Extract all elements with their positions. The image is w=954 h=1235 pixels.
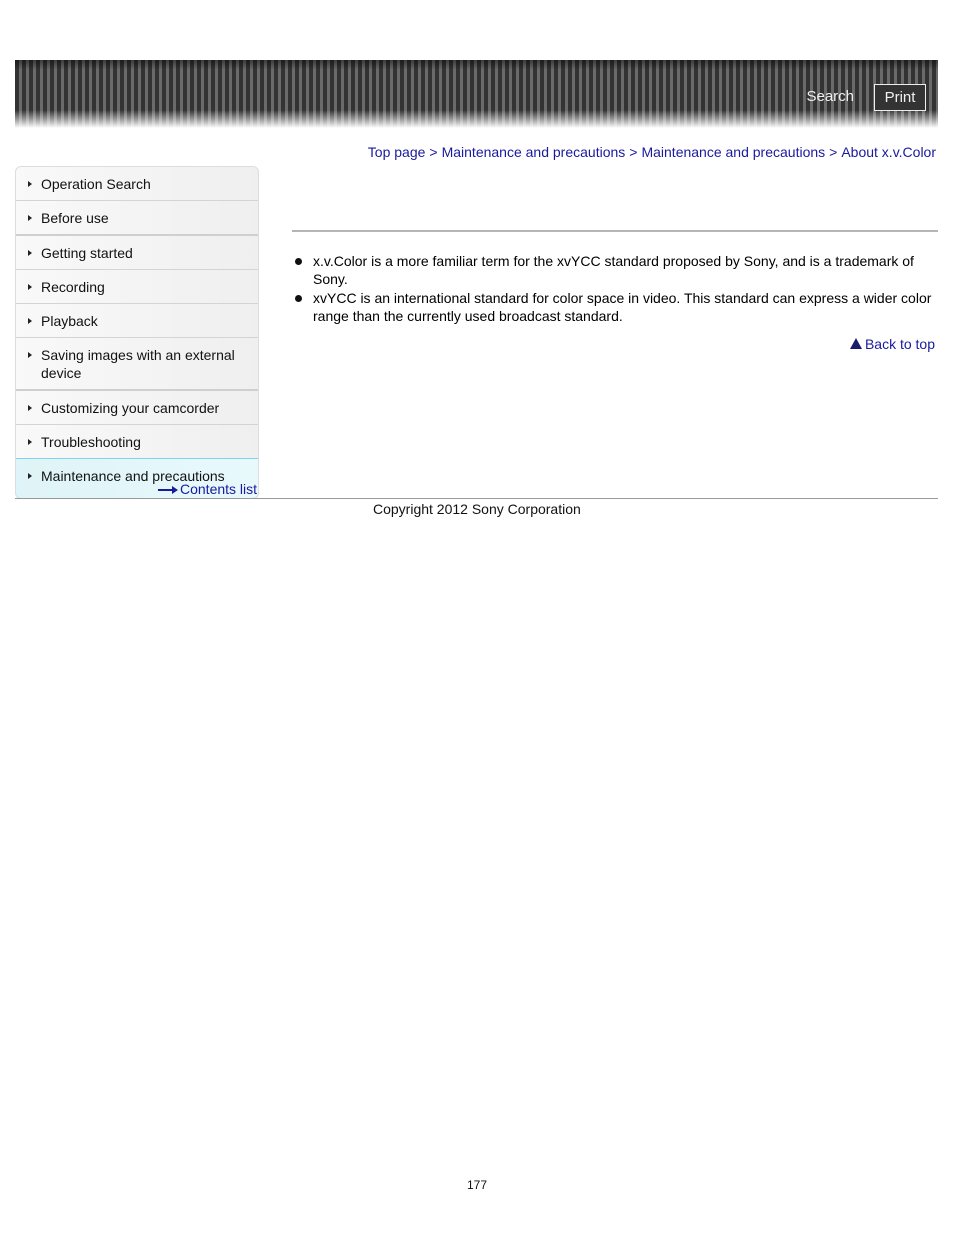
sidebar-item-label: Customizing your camcorder <box>41 400 220 416</box>
arrow-right-icon <box>158 486 178 495</box>
sidebar-item-label: Recording <box>41 279 105 295</box>
sidebar-item-customizing[interactable]: Customizing your camcorder <box>16 391 258 425</box>
sidebar-item-label: Before use <box>41 210 109 226</box>
title-divider <box>292 230 938 232</box>
sidebar-item-label: Playback <box>41 313 98 329</box>
footer-divider <box>15 498 938 499</box>
print-button[interactable]: Print <box>874 84 926 111</box>
breadcrumb-maintenance-1[interactable]: Maintenance and precautions <box>442 144 626 160</box>
breadcrumb-separator: > <box>629 144 638 160</box>
triangle-right-icon <box>28 318 32 324</box>
page-number: 177 <box>466 1178 488 1192</box>
sidebar-nav: Operation Search Before use Getting star… <box>15 166 259 499</box>
sidebar-item-troubleshooting[interactable]: Troubleshooting <box>16 425 258 459</box>
sidebar-item-recording[interactable]: Recording <box>16 270 258 304</box>
triangle-right-icon <box>28 215 32 221</box>
contents-list-label: Contents list <box>180 481 258 497</box>
sidebar-item-getting-started[interactable]: Getting started <box>16 236 258 270</box>
triangle-right-icon <box>28 284 32 290</box>
back-to-top-link[interactable]: Back to top <box>849 336 935 352</box>
bullet-icon <box>295 295 302 302</box>
sidebar-item-label: Getting started <box>41 245 133 261</box>
contents-list-link[interactable]: Contents list <box>158 481 257 497</box>
breadcrumb-separator: > <box>829 144 838 160</box>
triangle-right-icon <box>28 352 32 358</box>
triangle-right-icon <box>28 181 32 187</box>
sidebar-item-label: Troubleshooting <box>41 434 141 450</box>
sidebar-item-before-use[interactable]: Before use <box>16 201 258 236</box>
breadcrumb-separator: > <box>429 144 438 160</box>
triangle-right-icon <box>28 473 32 479</box>
back-to-top-label: Back to top <box>864 336 935 352</box>
triangle-right-icon <box>28 439 32 445</box>
list-item: xvYCC is an international standard for c… <box>292 289 938 325</box>
search-link[interactable]: Search <box>806 88 854 105</box>
list-item-text: x.v.Color is a more familiar term for th… <box>313 253 914 287</box>
sidebar-item-label: Saving images with an external device <box>41 347 235 381</box>
sidebar-item-saving-images[interactable]: Saving images with an external device <box>16 338 258 391</box>
breadcrumb-current-page[interactable]: About x.v.Color <box>841 144 936 160</box>
list-item: x.v.Color is a more familiar term for th… <box>292 252 938 288</box>
triangle-up-icon <box>849 338 862 349</box>
triangle-right-icon <box>28 405 32 411</box>
content-bullet-list: x.v.Color is a more familiar term for th… <box>292 252 938 326</box>
sidebar-item-playback[interactable]: Playback <box>16 304 258 338</box>
sidebar-item-label: Operation Search <box>41 176 151 192</box>
copyright-text: Copyright 2012 Sony Corporation <box>373 501 581 517</box>
breadcrumb: Top page > Maintenance and precautions > Mai… <box>368 144 936 160</box>
sidebar-item-operation-search[interactable]: Operation Search <box>16 167 258 201</box>
breadcrumb-top-page[interactable]: Top page <box>368 144 426 160</box>
triangle-right-icon <box>28 250 32 256</box>
header-banner: Search Print <box>15 60 938 128</box>
list-item-text: xvYCC is an international standard for c… <box>313 290 932 324</box>
breadcrumb-maintenance-2[interactable]: Maintenance and precautions <box>641 144 825 160</box>
bullet-icon <box>295 258 302 265</box>
